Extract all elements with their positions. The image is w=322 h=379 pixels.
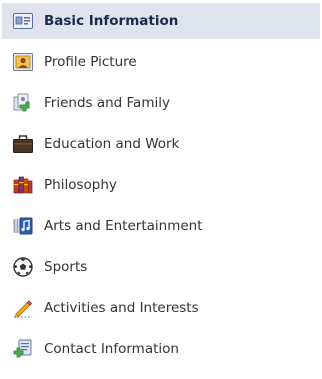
nav-item-label: Sports bbox=[44, 259, 88, 275]
nav-item-label: Contact Information bbox=[44, 341, 179, 357]
portrait-icon bbox=[13, 52, 33, 72]
nav-item-label: Philosophy bbox=[44, 177, 117, 193]
nav-item-profile-picture[interactable]: Profile Picture bbox=[2, 44, 320, 80]
nav-item-education-and-work[interactable]: Education and Work bbox=[2, 126, 320, 162]
nav-item-basic-information[interactable]: Basic Information bbox=[2, 3, 320, 39]
profile-sections-nav: Basic Information Profile Picture Friend… bbox=[0, 0, 322, 367]
nav-item-activities-and-interests[interactable]: Activities and Interests bbox=[2, 290, 320, 326]
nav-item-label: Basic Information bbox=[44, 13, 179, 29]
contact-card-icon bbox=[13, 339, 33, 359]
friends-icon bbox=[13, 93, 33, 113]
briefcase-icon bbox=[13, 134, 33, 154]
music-note-icon bbox=[13, 216, 33, 236]
nav-item-philosophy[interactable]: Philosophy bbox=[2, 167, 320, 203]
nav-item-label: Arts and Entertainment bbox=[44, 218, 203, 234]
nav-item-label: Friends and Family bbox=[44, 95, 170, 111]
nav-item-contact-information[interactable]: Contact Information bbox=[2, 331, 320, 367]
id-card-icon bbox=[13, 11, 33, 31]
books-icon bbox=[13, 175, 33, 195]
nav-item-label: Education and Work bbox=[44, 136, 180, 152]
nav-item-arts-and-entertainment[interactable]: Arts and Entertainment bbox=[2, 208, 320, 244]
nav-item-label: Profile Picture bbox=[44, 54, 137, 70]
nav-item-friends-and-family[interactable]: Friends and Family bbox=[2, 85, 320, 121]
nav-item-sports[interactable]: Sports bbox=[2, 249, 320, 285]
nav-item-label: Activities and Interests bbox=[44, 300, 199, 316]
pencil-icon bbox=[13, 298, 33, 318]
soccer-ball-icon bbox=[13, 257, 33, 277]
